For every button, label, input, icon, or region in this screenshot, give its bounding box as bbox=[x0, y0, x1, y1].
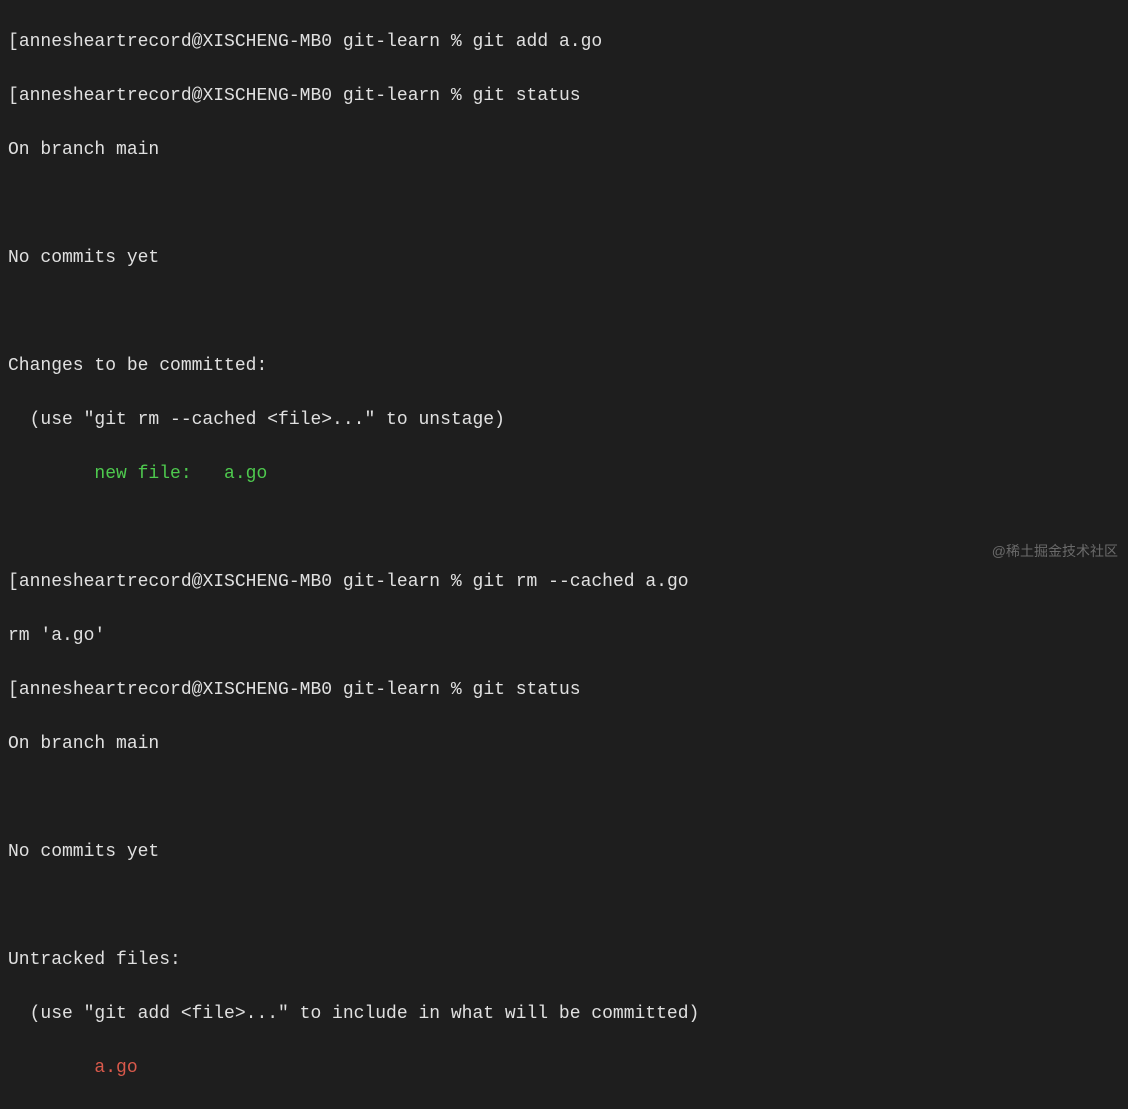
untracked-file-name: a.go bbox=[94, 1058, 137, 1078]
output-unstage-hint: (use "git rm --cached <file>..." to unst… bbox=[8, 407, 1120, 434]
prompt-bracket: [ bbox=[8, 86, 19, 106]
blank-line bbox=[8, 299, 1120, 326]
output-untracked-header: Untracked files: bbox=[8, 947, 1120, 974]
new-file-label: new file: bbox=[8, 464, 224, 484]
watermark-text: @稀土掘金技术社区 bbox=[992, 541, 1118, 562]
prompt-user-host: annesheartrecord@XISCHENG-MB0 bbox=[19, 572, 332, 592]
output-no-commits: No commits yet bbox=[8, 245, 1120, 272]
output-changes-header: Changes to be committed: bbox=[8, 353, 1120, 380]
output-new-file: new file: a.go bbox=[8, 461, 1120, 488]
prompt-line-1: [annesheartrecord@XISCHENG-MB0 git-learn… bbox=[8, 29, 1120, 56]
prompt-symbol: % bbox=[451, 572, 462, 592]
new-file-name: a.go bbox=[224, 464, 267, 484]
blank-line bbox=[8, 191, 1120, 218]
prompt-line-2: [annesheartrecord@XISCHENG-MB0 git-learn… bbox=[8, 83, 1120, 110]
prompt-symbol: % bbox=[451, 86, 462, 106]
terminal-output[interactable]: [annesheartrecord@XISCHENG-MB0 git-learn… bbox=[8, 2, 1120, 1109]
output-branch: On branch main bbox=[8, 731, 1120, 758]
untracked-indent bbox=[8, 1058, 94, 1078]
prompt-path: git-learn bbox=[343, 86, 440, 106]
prompt-path: git-learn bbox=[343, 32, 440, 52]
prompt-user-host: annesheartrecord@XISCHENG-MB0 bbox=[19, 680, 332, 700]
output-untracked-file: a.go bbox=[8, 1055, 1120, 1082]
command-text: git add a.go bbox=[473, 32, 603, 52]
prompt-user-host: annesheartrecord@XISCHENG-MB0 bbox=[19, 32, 332, 52]
prompt-symbol: % bbox=[451, 680, 462, 700]
prompt-bracket: [ bbox=[8, 32, 19, 52]
command-text: git status bbox=[473, 680, 581, 700]
output-rm: rm 'a.go' bbox=[8, 623, 1120, 650]
blank-line bbox=[8, 785, 1120, 812]
command-text: git rm --cached a.go bbox=[473, 572, 689, 592]
output-branch: On branch main bbox=[8, 137, 1120, 164]
output-no-commits: No commits yet bbox=[8, 839, 1120, 866]
output-add-hint: (use "git add <file>..." to include in w… bbox=[8, 1001, 1120, 1028]
blank-line bbox=[8, 515, 1120, 542]
command-text: git status bbox=[473, 86, 581, 106]
prompt-symbol: % bbox=[451, 32, 462, 52]
prompt-bracket: [ bbox=[8, 572, 19, 592]
prompt-line-3: [annesheartrecord@XISCHENG-MB0 git-learn… bbox=[8, 569, 1120, 596]
blank-line bbox=[8, 893, 1120, 920]
prompt-path: git-learn bbox=[343, 572, 440, 592]
prompt-path: git-learn bbox=[343, 680, 440, 700]
prompt-bracket: [ bbox=[8, 680, 19, 700]
prompt-user-host: annesheartrecord@XISCHENG-MB0 bbox=[19, 86, 332, 106]
prompt-line-4: [annesheartrecord@XISCHENG-MB0 git-learn… bbox=[8, 677, 1120, 704]
